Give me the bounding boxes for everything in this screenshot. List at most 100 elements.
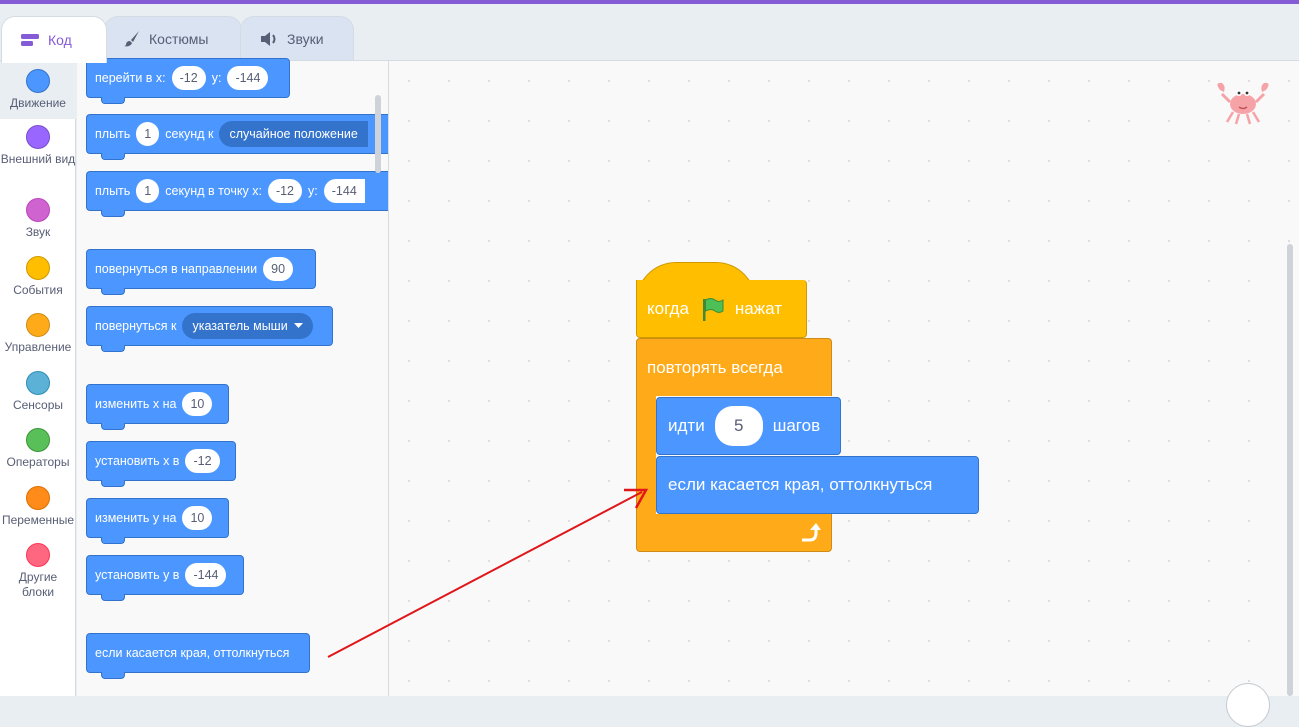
block-text: y: [308, 184, 318, 198]
category-operators[interactable]: Операторы [0, 428, 76, 470]
block-notch [101, 210, 125, 217]
block-set-y[interactable]: установить y в -144 [86, 555, 244, 601]
direction-input[interactable]: 90 [263, 257, 294, 281]
when-flag-clicked-block[interactable]: когда нажат [636, 262, 807, 338]
block-text: плыть [95, 127, 131, 141]
tab-costumes[interactable]: Костюмы [104, 16, 242, 60]
secs-input[interactable]: 1 [136, 122, 160, 146]
y-input[interactable]: -144 [323, 179, 365, 203]
block-notch [101, 594, 125, 601]
block-set-x[interactable]: установить x в -12 [86, 441, 236, 487]
category-motion[interactable]: Движение [0, 61, 76, 119]
block-notch [101, 423, 125, 430]
value-input[interactable]: 10 [182, 392, 213, 416]
block-text: когда [647, 299, 689, 318]
block-text: установить y в [95, 568, 180, 582]
category-dot [26, 543, 50, 567]
move-steps-block[interactable]: идти 5 шагов [656, 397, 841, 455]
value-input[interactable]: 10 [182, 506, 213, 530]
crab-icon [1212, 80, 1274, 126]
category-dot [26, 428, 50, 452]
block-point-in-direction[interactable]: повернуться в направлении 90 [86, 249, 316, 295]
category-label: События [13, 283, 63, 297]
category-label: Управление [4, 340, 72, 354]
bounce-on-edge-block[interactable]: если касается края, оттолкнуться [656, 456, 979, 514]
block-notch [101, 97, 125, 104]
editor-tabs: Код Костюмы Звуки [0, 4, 1299, 63]
secs-input[interactable]: 1 [136, 179, 160, 203]
block-text: если касается края, оттолкнуться [95, 646, 290, 660]
block-text: секунд в точку x: [165, 184, 262, 198]
block-glide-xy[interactable]: плыть 1 секунд в точку x: -12 y: -144 [86, 171, 388, 217]
block-text: плыть [95, 184, 131, 198]
x-input[interactable]: -12 [267, 179, 303, 203]
block-text: секунд к [165, 127, 214, 141]
category-control[interactable]: Управление [0, 313, 76, 355]
block-text: идти [668, 416, 705, 435]
towards-dropdown[interactable]: указатель мыши [182, 313, 313, 339]
value-input[interactable]: -12 [185, 449, 220, 473]
category-label: Другие блоки [18, 570, 58, 599]
steps-input[interactable]: 5 [714, 406, 763, 446]
category-dot [26, 486, 50, 510]
block-text: повернуться в направлении [95, 262, 258, 276]
tab-code[interactable]: Код [1, 16, 107, 63]
hat-content: когда нажат [647, 296, 782, 322]
caret-down-icon [293, 323, 303, 328]
workspace-scrollbar[interactable] [1287, 244, 1293, 696]
code-icon [20, 32, 40, 48]
block-text: повернуться к [95, 319, 177, 333]
tab-sounds[interactable]: Звуки [240, 16, 354, 60]
block-change-x[interactable]: изменить x на 10 [86, 384, 229, 430]
block-change-y[interactable]: изменить y на 10 [86, 498, 229, 544]
loop-arrow-icon [802, 523, 821, 542]
category-variables[interactable]: Переменные [0, 486, 76, 528]
brush-icon [123, 30, 141, 48]
block-notch [101, 153, 125, 160]
tab-label: Код [48, 32, 72, 48]
category-dot [26, 198, 50, 222]
block-text: повторять всегда [647, 358, 783, 377]
block-text: изменить y на [95, 511, 177, 525]
palette-scrollbar[interactable] [375, 95, 381, 173]
x-input[interactable]: -12 [171, 66, 206, 90]
block-text: шагов [772, 416, 821, 435]
zoom-button[interactable] [1226, 683, 1270, 727]
dropdown-value: указатель мыши [192, 319, 288, 333]
category-label: Операторы [6, 455, 70, 469]
block-bounce-on-edge[interactable]: если касается края, оттолкнуться [86, 633, 310, 679]
category-dot [26, 313, 50, 337]
category-dot [26, 69, 50, 93]
category-label: Звук [25, 225, 51, 239]
block-notch [101, 672, 125, 679]
category-label: Внешний вид [0, 152, 76, 166]
block-text: установить x в [95, 454, 180, 468]
category-sound[interactable]: Звук [0, 198, 76, 240]
block-text: y: [211, 71, 222, 85]
category-menu: Движение Внешний вид Звук События Управл… [0, 60, 76, 696]
category-label: Движение [10, 96, 66, 110]
block-notch [101, 480, 125, 487]
block-glide-random[interactable]: плыть 1 секунд к случайное положение [86, 114, 388, 160]
block-text: если касается края, оттолкнуться [668, 475, 933, 494]
block-text: нажат [734, 299, 782, 318]
category-my-blocks[interactable]: Другие блоки [0, 543, 76, 600]
category-dot [26, 256, 50, 280]
block-text: перейти в x: [95, 71, 166, 85]
value-input[interactable]: -144 [185, 563, 227, 587]
block-text: изменить x на [95, 397, 177, 411]
category-dot [26, 371, 50, 395]
block-notch [101, 288, 125, 295]
forever-arm [636, 396, 656, 514]
category-events[interactable]: События [0, 256, 76, 298]
block-goto-xy[interactable]: перейти в x: -12 y: -144 [86, 58, 290, 104]
target-dropdown[interactable]: случайное положение [219, 121, 368, 147]
y-input[interactable]: -144 [227, 66, 269, 90]
block-point-towards[interactable]: повернуться к указатель мыши [86, 306, 333, 352]
tab-label: Костюмы [149, 30, 209, 47]
category-sensing[interactable]: Сенсоры [0, 371, 76, 413]
category-looks[interactable]: Внешний вид [0, 125, 76, 167]
category-dot [26, 125, 50, 149]
script-workspace[interactable] [389, 60, 1299, 696]
category-label: Сенсоры [12, 398, 64, 412]
